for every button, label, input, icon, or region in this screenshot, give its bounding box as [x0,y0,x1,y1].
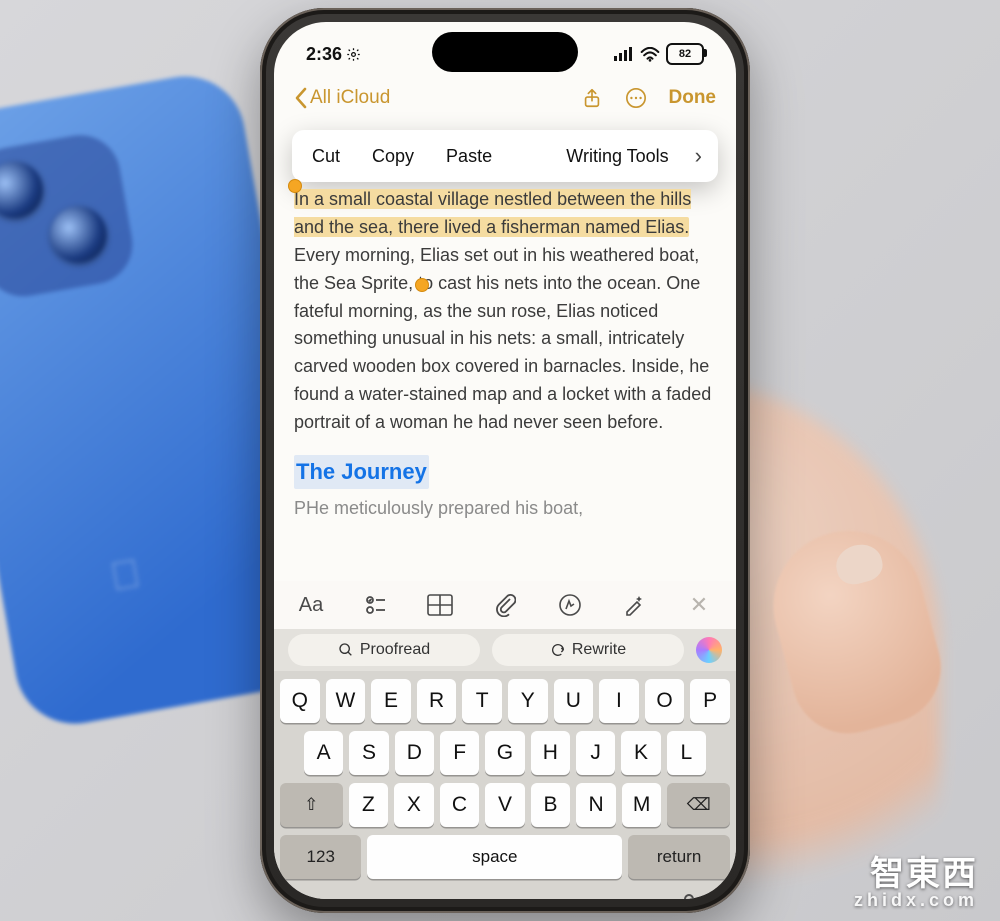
key-i[interactable]: I [599,679,639,723]
note-selected-text[interactable]: In a small coastal village nestled betwe… [294,189,691,237]
numbers-key[interactable]: 123 [280,835,361,879]
key-v[interactable]: V [485,783,525,827]
key-p[interactable]: P [690,679,730,723]
mic-icon [678,893,700,899]
backspace-key[interactable]: ⌫ [667,783,730,827]
checklist-button[interactable] [361,590,391,620]
note-heading[interactable]: The Journey [294,455,429,489]
battery-indicator: 82 [666,43,704,65]
keyboard-row-1: QWERTYUIOP [280,679,730,723]
key-a[interactable]: A [304,731,343,775]
done-button[interactable]: Done [669,87,717,109]
status-bar: 2:36 82 [274,34,736,74]
magnify-icon [338,642,354,658]
clock-text: 2:36 [306,44,342,65]
table-button[interactable] [425,590,455,620]
rewrite-icon [550,642,566,658]
watermark: 智東西 zhidx.com [854,857,978,909]
key-x[interactable]: X [394,783,434,827]
markup-button[interactable] [555,590,585,620]
apple-logo-icon:  [107,551,144,601]
ai-compose-button[interactable] [619,590,649,620]
key-o[interactable]: O [645,679,685,723]
note-paragraph[interactable]: In a small coastal village nestled betwe… [294,186,716,437]
nav-bar: All iCloud Done [274,74,736,122]
key-e[interactable]: E [371,679,411,723]
key-t[interactable]: T [462,679,502,723]
back-button[interactable]: All iCloud [294,87,390,109]
key-l[interactable]: L [667,731,706,775]
key-d[interactable]: D [395,731,434,775]
key-b[interactable]: B [531,783,571,827]
key-h[interactable]: H [531,731,570,775]
iphone-device: 2:36 82 All iCloud Done Cut Copy [260,8,750,913]
gear-icon [346,47,361,62]
cellular-icon [614,47,634,61]
key-r[interactable]: R [417,679,457,723]
keyboard-row-4: 123 space return [280,835,730,879]
selection-handle-end[interactable] [416,279,428,291]
space-key[interactable]: space [367,835,622,879]
key-j[interactable]: J [576,731,615,775]
key-n[interactable]: N [576,783,616,827]
keyboard-row-2: ASDFGHJKL [280,731,730,775]
emoji-key[interactable]: ☺ [310,894,337,899]
key-y[interactable]: Y [508,679,548,723]
key-g[interactable]: G [485,731,524,775]
key-c[interactable]: C [440,783,480,827]
keyboard-row-3: ⇧ ZXCVBNM ⌫ [280,783,730,827]
key-q[interactable]: Q [280,679,320,723]
key-w[interactable]: W [326,679,366,723]
screen: 2:36 82 All iCloud Done Cut Copy [274,22,736,899]
key-k[interactable]: K [621,731,660,775]
note-paragraph-2[interactable]: PHe meticulously prepared his boat, [294,495,716,523]
back-label: All iCloud [310,87,390,109]
key-u[interactable]: U [554,679,594,723]
rewrite-button[interactable]: Rewrite [492,634,684,666]
key-z[interactable]: Z [349,783,389,827]
note-body[interactable]: In a small coastal village nestled betwe… [274,124,736,581]
chevron-left-icon [294,87,308,109]
proofread-button[interactable]: Proofread [288,634,480,666]
keyboard-bottom-row: ☺ [280,887,730,899]
format-toolbar: Aa ✕ [274,581,736,629]
key-m[interactable]: M [622,783,662,827]
note-rest-text[interactable]: Every morning, Elias set out in his weat… [294,245,711,432]
more-icon[interactable] [625,87,647,109]
key-s[interactable]: S [349,731,388,775]
text-style-button[interactable]: Aa [296,590,326,620]
shift-key[interactable]: ⇧ [280,783,343,827]
key-f[interactable]: F [440,731,479,775]
apple-intelligence-icon[interactable] [696,637,722,663]
return-key[interactable]: return [628,835,730,879]
writing-tools-bar: Proofread Rewrite [274,629,736,671]
close-toolbar-button[interactable]: ✕ [684,590,714,620]
selection-handle-start[interactable] [289,180,301,192]
keyboard: QWERTYUIOP ASDFGHJKL ⇧ ZXCVBNM ⌫ 123 spa… [274,671,736,899]
dictation-key[interactable] [678,893,700,899]
share-icon[interactable] [581,87,603,109]
wifi-icon [640,47,660,62]
attachment-button[interactable] [490,590,520,620]
